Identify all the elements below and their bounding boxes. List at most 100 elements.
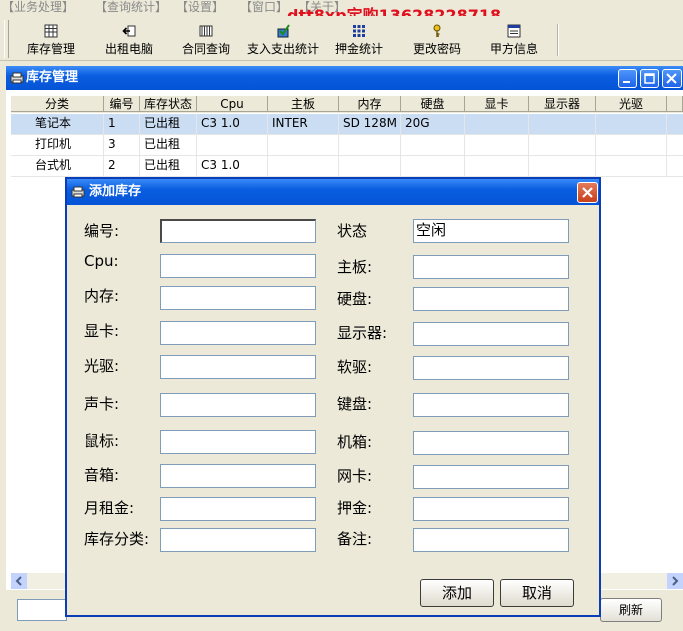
memory-input[interactable] <box>160 286 316 310</box>
table-cell: 已出租 <box>140 114 197 134</box>
toolbar-grip[interactable] <box>4 20 9 58</box>
keyboard-input[interactable] <box>413 393 569 417</box>
table-cell: C3 1.0 <box>197 156 268 176</box>
toolbar-rent-button[interactable]: 出租电脑 <box>96 20 162 60</box>
deposit-input[interactable] <box>413 497 569 521</box>
field-label: 显卡: <box>84 322 120 340</box>
floppy-drive-input[interactable] <box>413 356 569 380</box>
scroll-right-icon[interactable] <box>667 573 683 589</box>
field-label: 声卡: <box>84 395 120 413</box>
table-cell: 2 <box>104 156 140 176</box>
table-cell: 1 <box>104 114 140 134</box>
add-button[interactable]: 添加 <box>420 579 494 607</box>
column-header[interactable]: Cpu <box>197 96 268 112</box>
cancel-button[interactable]: 取消 <box>500 579 574 607</box>
field-label: 硬盘: <box>337 290 373 308</box>
toolbar-change-password-button[interactable]: 更改密码 <box>404 20 470 60</box>
minimize-button[interactable] <box>618 69 637 88</box>
column-header[interactable]: 显示器 <box>529 96 596 112</box>
toolbar-party-info-button[interactable]: 甲方信息 <box>481 20 547 60</box>
column-header[interactable]: 硬盘 <box>401 96 465 112</box>
column-header[interactable]: 光驱 <box>596 96 667 112</box>
minimize-icon <box>623 81 630 83</box>
field-label: 库存分类: <box>84 530 150 548</box>
toolbar-contract-button[interactable]: 合同查询 <box>173 20 239 60</box>
dialog-close-button[interactable] <box>577 182 598 203</box>
status-input[interactable]: 空闲 <box>413 219 569 243</box>
mouse-input[interactable] <box>160 430 316 454</box>
column-header[interactable]: 显卡 <box>465 96 529 112</box>
menu-business[interactable]: 【业务处理】 <box>2 0 74 15</box>
case-input[interactable] <box>413 431 569 455</box>
hard-disk-input[interactable] <box>413 287 569 311</box>
dialog-title: 添加库存 <box>89 184 142 199</box>
monthly-rent-input[interactable] <box>160 497 316 521</box>
column-header[interactable]: 编号 <box>104 96 140 112</box>
table-cell <box>197 135 268 155</box>
table-cell: 打印机 <box>11 135 104 155</box>
table-cell <box>401 156 465 176</box>
toolbar-deposit-button[interactable]: 押金统计 <box>326 20 392 60</box>
rent-icon <box>122 25 136 37</box>
stats-icon <box>277 24 290 38</box>
table-cell: 已出租 <box>140 156 197 176</box>
grid-icon <box>44 24 58 38</box>
filter-input[interactable] <box>17 599 67 621</box>
category-input[interactable] <box>160 528 316 552</box>
table-cell: INTER <box>268 114 339 134</box>
field-label: 光驱: <box>84 357 120 375</box>
column-header[interactable]: 分类 <box>11 96 104 112</box>
speaker-input[interactable] <box>160 464 316 488</box>
table-cell <box>339 156 401 176</box>
table-cell <box>268 156 339 176</box>
table-cell: 笔记本 <box>11 114 104 134</box>
menu-query-stats[interactable]: 【查询统计】 <box>95 0 167 15</box>
remarks-input[interactable] <box>413 528 569 552</box>
menu-settings[interactable]: 【设置】 <box>176 0 224 15</box>
table-cell <box>596 156 667 176</box>
field-label: 状态 <box>337 222 368 240</box>
inventory-window-titlebar[interactable]: 库存管理 <box>6 66 683 90</box>
network-card-input[interactable] <box>413 465 569 489</box>
menu-window[interactable]: 【窗口】 <box>240 0 288 15</box>
maximize-button[interactable] <box>640 69 659 88</box>
field-label: 编号: <box>84 222 120 240</box>
field-label: 键盘: <box>337 395 373 413</box>
monitor-input[interactable] <box>413 322 569 346</box>
scroll-left-icon[interactable] <box>11 573 27 589</box>
column-header[interactable]: 主板 <box>268 96 339 112</box>
field-label: 内存: <box>84 287 120 305</box>
graphics-card-input[interactable] <box>160 321 316 345</box>
toolbar-income-expense-button[interactable]: 支入支出统计 <box>244 20 322 60</box>
field-label: 鼠标: <box>84 432 120 450</box>
id-input[interactable] <box>160 219 316 243</box>
table-row[interactable]: 笔记本 1 已出租 C3 1.0 INTER SD 128M 20G <box>11 114 683 135</box>
table-cell <box>465 135 529 155</box>
table-cell <box>339 135 401 155</box>
field-label: 网卡: <box>337 467 373 485</box>
printer-icon <box>10 72 24 84</box>
table-cell <box>596 114 667 134</box>
table-row[interactable]: 台式机 2 已出租 C3 1.0 <box>11 156 683 177</box>
table-cell: 台式机 <box>11 156 104 176</box>
contract-icon <box>199 25 213 37</box>
sound-card-input[interactable] <box>160 393 316 417</box>
column-header[interactable]: 内存 <box>339 96 401 112</box>
cpu-input[interactable] <box>160 254 316 278</box>
field-label: 月租金: <box>84 499 135 517</box>
table-cell: SD 128M <box>339 114 401 134</box>
refresh-button[interactable]: 刷新 <box>600 598 662 622</box>
close-icon <box>666 73 677 84</box>
close-window-button[interactable] <box>662 69 682 88</box>
column-header[interactable]: 库存状态 <box>140 96 197 112</box>
field-label: 备注: <box>337 530 373 548</box>
field-label: 音箱: <box>84 466 120 484</box>
close-icon <box>582 187 593 198</box>
grid-header: 分类 编号 库存状态 Cpu 主板 内存 硬盘 显卡 显示器 光驱 <box>11 96 683 113</box>
dialog-titlebar[interactable]: 添加库存 <box>67 179 599 205</box>
table-cell <box>401 135 465 155</box>
motherboard-input[interactable] <box>413 255 569 279</box>
table-row[interactable]: 打印机 3 已出租 <box>11 135 683 156</box>
toolbar-inventory-button[interactable]: 库存管理 <box>18 20 84 60</box>
optical-drive-input[interactable] <box>160 355 316 379</box>
